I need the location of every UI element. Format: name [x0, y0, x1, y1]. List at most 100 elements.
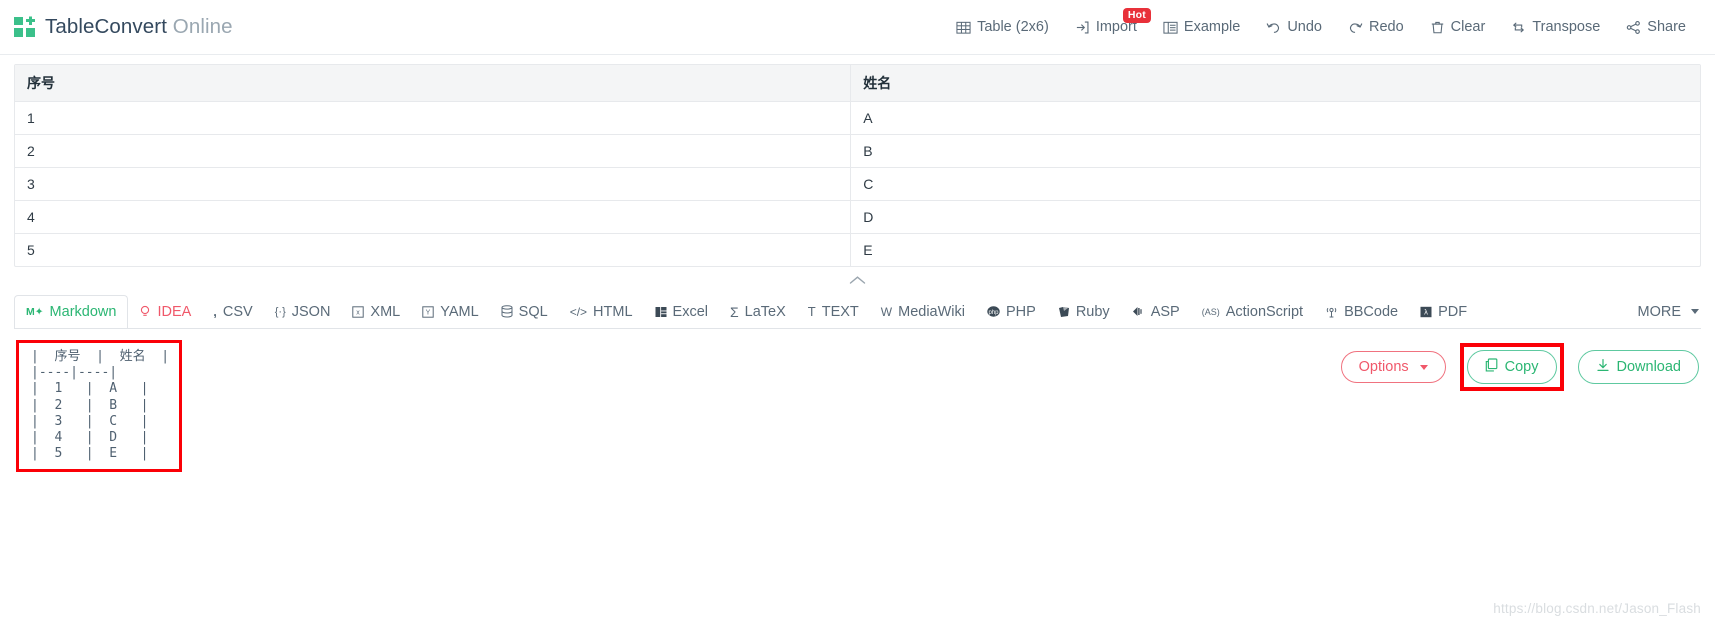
- table-cell[interactable]: E: [851, 233, 1700, 266]
- table-row: 2 B: [15, 134, 1700, 168]
- copy-button-highlight: Copy: [1459, 343, 1564, 391]
- chevron-down-icon: [1691, 309, 1699, 314]
- collapse-panel-control[interactable]: [0, 269, 1715, 295]
- ruby-gem-icon: [1058, 306, 1070, 318]
- tab-actionscript-label: ActionScript: [1225, 303, 1304, 320]
- tab-ruby[interactable]: Ruby: [1047, 295, 1121, 328]
- tab-bbcode[interactable]: BBCode: [1314, 295, 1409, 328]
- table-cell[interactable]: D: [850, 200, 1700, 234]
- php-icon: php: [987, 306, 1000, 317]
- table-row: 4 D: [15, 200, 1700, 234]
- tab-json[interactable]: {·} JSON: [264, 295, 342, 328]
- pdf-icon: λ: [1420, 306, 1432, 318]
- table-cell[interactable]: A: [850, 101, 1700, 135]
- options-button-label: Options: [1358, 359, 1409, 375]
- markdown-output-highlight: | 序号 | 姓名 | |----|----| | 1 | A | | 2 | …: [16, 340, 183, 473]
- chevron-up-icon[interactable]: [849, 273, 866, 291]
- output-actions: Options Copy Download: [1340, 343, 1699, 391]
- json-braces-icon: {·}: [274, 305, 286, 318]
- tab-php[interactable]: php PHP: [976, 295, 1047, 328]
- tab-pdf-label: PDF: [1438, 303, 1468, 320]
- tab-text-label: TEXT: [821, 303, 859, 320]
- download-button-label: Download: [1616, 359, 1682, 375]
- toolbar-item-import[interactable]: Import Hot: [1062, 8, 1151, 41]
- asp-icon: [1132, 306, 1145, 317]
- data-table[interactable]: 序号 姓名 1 A 2 B 3 C 4 D 5 E: [15, 65, 1700, 266]
- tab-asp[interactable]: ASP: [1121, 295, 1191, 328]
- brand-title: TableConvert Online: [45, 15, 233, 39]
- table-cell[interactable]: B: [850, 134, 1700, 168]
- tab-more[interactable]: MORE: [1627, 295, 1702, 328]
- table-cell[interactable]: 5: [15, 233, 852, 266]
- toolbar-item-table[interactable]: Table (2x6): [943, 13, 1062, 41]
- tab-sql[interactable]: SQL: [490, 295, 559, 328]
- tab-yaml-label: YAML: [440, 303, 479, 320]
- tab-json-label: JSON: [291, 303, 331, 320]
- toolbar-item-redo[interactable]: Redo: [1335, 13, 1417, 41]
- markdown-output-code[interactable]: | 序号 | 姓名 | |----|----| | 1 | A | | 2 | …: [31, 349, 169, 462]
- tab-text[interactable]: T TEXT: [797, 295, 870, 328]
- download-arrow-icon: [1596, 358, 1610, 376]
- tab-markdown[interactable]: M✦ Markdown: [14, 295, 129, 328]
- tab-html-label: HTML: [593, 303, 633, 320]
- tab-excel[interactable]: Excel: [644, 295, 719, 328]
- table-cell[interactable]: 1: [15, 101, 852, 135]
- toolbar-item-share[interactable]: Share: [1613, 13, 1699, 41]
- tab-idea-label: IDEA: [157, 303, 192, 320]
- sigma-icon: Σ: [730, 303, 739, 320]
- toolbar-item-clear-label: Clear: [1450, 19, 1486, 35]
- download-button[interactable]: Download: [1577, 350, 1699, 384]
- tab-csv[interactable]: , CSV: [202, 295, 263, 328]
- table-cell[interactable]: 2: [15, 134, 852, 168]
- table-header-row: 序号 姓名: [15, 65, 1700, 102]
- tab-idea[interactable]: IDEA: [128, 295, 202, 328]
- tab-yaml[interactable]: Y YAML: [411, 295, 489, 328]
- toolbar-item-example[interactable]: Example: [1150, 13, 1253, 41]
- table-cell[interactable]: 4: [15, 200, 852, 234]
- output-panel: | 序号 | 姓名 | |----|----| | 1 | A | | 2 | …: [14, 329, 1701, 509]
- tab-latex[interactable]: Σ LaTeX: [719, 295, 797, 328]
- excel-icon: [655, 306, 667, 318]
- watermark: https://blog.csdn.net/Jason_Flash: [1493, 601, 1701, 616]
- toolbar-item-example-label: Example: [1183, 19, 1241, 35]
- copy-button-label: Copy: [1504, 359, 1539, 375]
- table-cell[interactable]: C: [850, 167, 1700, 201]
- options-button[interactable]: Options: [1340, 351, 1446, 383]
- tab-actionscript[interactable]: (AS) ActionScript: [1191, 295, 1314, 328]
- toolbar-item-transpose[interactable]: Transpose: [1498, 13, 1613, 41]
- table-header-cell[interactable]: 姓名: [850, 65, 1700, 102]
- table-header-cell[interactable]: 序号: [15, 65, 852, 102]
- toolbar-item-undo-label: Undo: [1287, 19, 1322, 35]
- tab-xml[interactable]: x XML: [341, 295, 411, 328]
- brand[interactable]: TableConvert Online: [14, 15, 233, 39]
- toolbar-item-transpose-label: Transpose: [1532, 19, 1601, 35]
- copy-button[interactable]: Copy: [1466, 350, 1557, 384]
- table-row: 3 C: [15, 167, 1700, 201]
- hot-badge: Hot: [1122, 8, 1151, 24]
- table-row: 5 E: [15, 233, 1700, 266]
- brand-title-main: TableConvert: [45, 15, 167, 38]
- tab-excel-label: Excel: [672, 303, 708, 320]
- tab-pdf[interactable]: λ PDF: [1409, 295, 1478, 328]
- tab-markdown-label: Markdown: [49, 304, 117, 320]
- toolbar-item-undo[interactable]: Undo: [1253, 13, 1335, 41]
- copy-pages-icon: [1485, 358, 1498, 376]
- tab-html[interactable]: </> HTML: [559, 295, 644, 328]
- table-cell[interactable]: 3: [15, 167, 852, 201]
- example-icon: [1163, 20, 1178, 35]
- tab-php-label: PHP: [1006, 303, 1036, 320]
- markdown-icon: M✦: [26, 306, 44, 318]
- toolbar-item-share-label: Share: [1647, 19, 1686, 35]
- import-icon: [1075, 20, 1090, 35]
- redo-arrow-icon: [1348, 20, 1363, 35]
- tab-xml-label: XML: [370, 303, 401, 320]
- brand-title-light: Online: [172, 15, 233, 38]
- tab-mediawiki[interactable]: W MediaWiki: [870, 295, 976, 328]
- toolbar-item-clear[interactable]: Clear: [1417, 13, 1499, 41]
- format-tabs: M✦ Markdown IDEA , CSV {·} JSON x XML Y …: [14, 295, 1701, 329]
- text-t-icon: T: [807, 304, 816, 319]
- page-root: TableConvert Online Table (2x6) Import H…: [0, 0, 1715, 624]
- svg-text:λ: λ: [1424, 307, 1428, 316]
- tab-bbcode-label: BBCode: [1344, 303, 1399, 320]
- grid-squares-logo-icon: [14, 16, 36, 38]
